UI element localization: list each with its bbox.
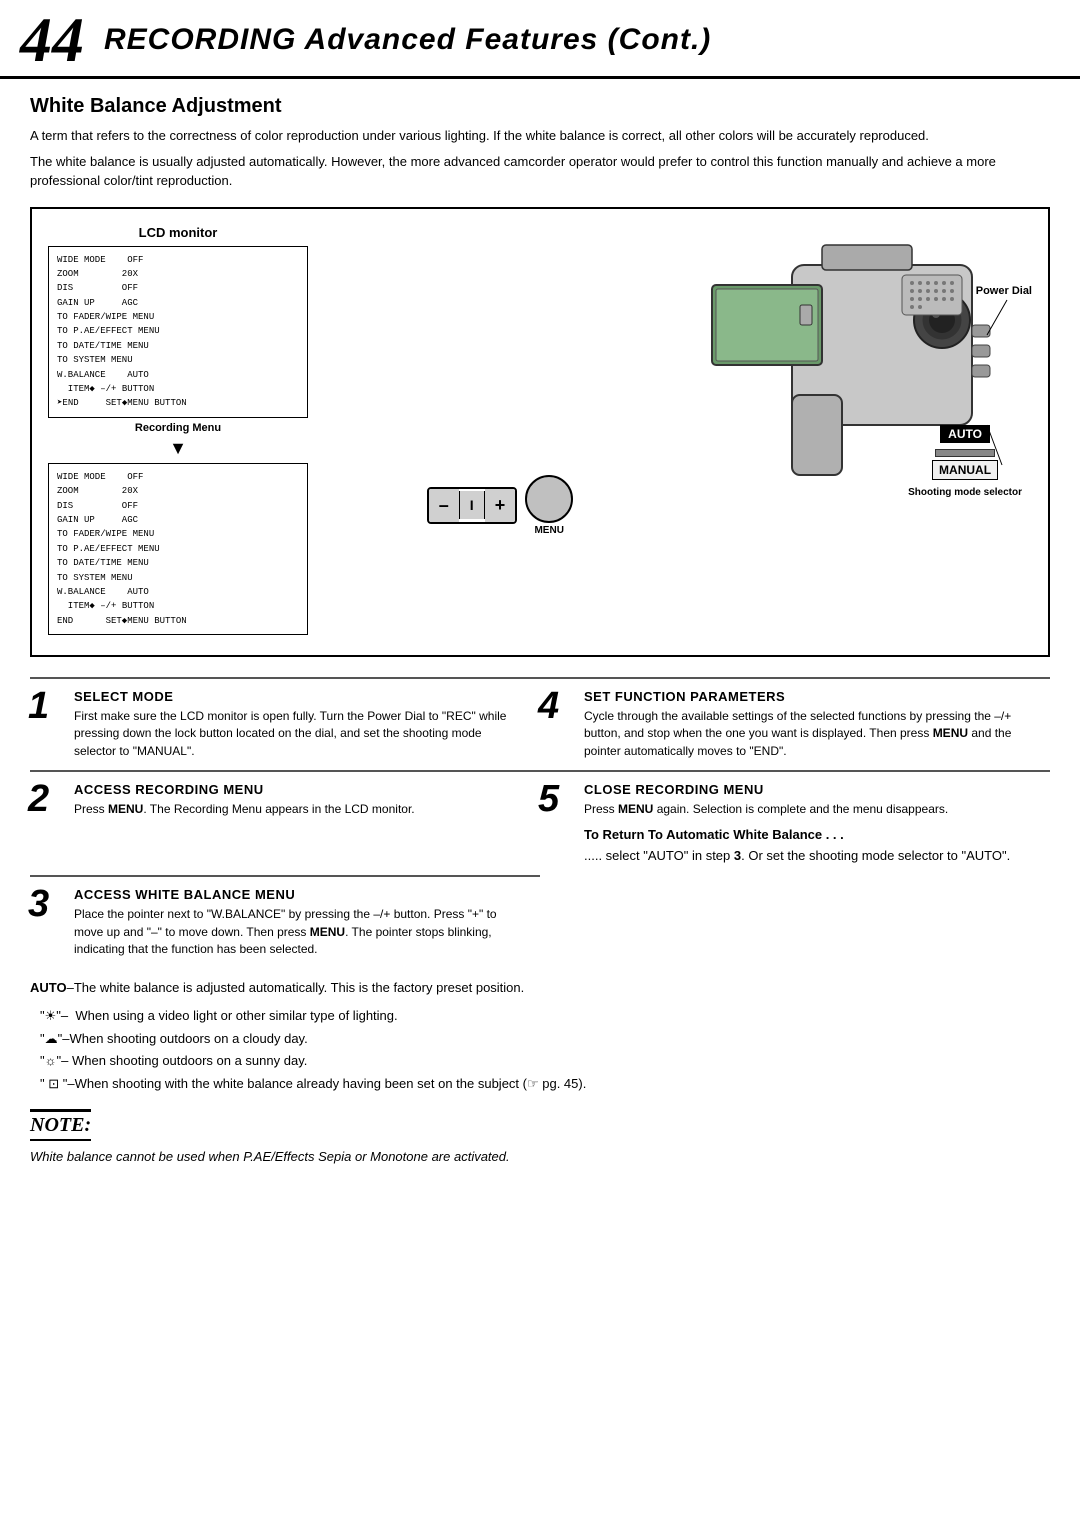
diagram-center: – I + MENU: [318, 225, 682, 536]
step-4-number: 4: [538, 687, 559, 725]
lcd-label: LCD monitor: [48, 225, 308, 240]
step-3-body: Place the pointer next to "W.BALANCE" by…: [74, 906, 526, 958]
page-title: RECORDING Advanced Features (Cont.): [104, 23, 711, 57]
auto-note: AUTO–The white balance is adjusted autom…: [30, 978, 1050, 998]
note-title: NOTE:: [30, 1109, 91, 1141]
menu-button[interactable]: [525, 475, 573, 523]
step-1-content: SELECT MODE First make sure the LCD moni…: [44, 689, 526, 760]
step-5: 5 CLOSE RECORDING MENU Press MENU again.…: [540, 770, 1050, 875]
menu-label: MENU: [534, 525, 563, 536]
step-2: 2 ACCESS RECORDING MENU Press MENU. The …: [30, 770, 540, 875]
diagram-left: LCD monitor WIDE MODE OFF ZOOM 20X DIS O…: [48, 225, 308, 640]
plus-button[interactable]: +: [485, 489, 516, 522]
step-1: 1 SELECT MODE First make sure the LCD mo…: [30, 677, 540, 770]
step-4-body: Cycle through the available settings of …: [584, 708, 1036, 760]
minus-divider-plus-group[interactable]: – I +: [427, 487, 517, 524]
selector-slider: [935, 449, 995, 457]
page-number: 44: [20, 8, 84, 72]
step-2-content: ACCESS RECORDING MENU Press MENU. The Re…: [44, 782, 526, 818]
step-1-heading: SELECT MODE: [74, 689, 526, 704]
mode-selector-area: AUTO MANUAL Shooting mode selector: [908, 425, 1022, 498]
step-5-heading: CLOSE RECORDING MENU: [584, 782, 1036, 797]
menu-box-2: WIDE MODE OFF ZOOM 20X DIS OFF GAIN UP A…: [48, 463, 308, 635]
shooting-mode-label: Shooting mode selector: [908, 487, 1022, 498]
step-3-number: 3: [28, 885, 49, 923]
intro-paragraph-1: A term that refers to the correctness of…: [30, 126, 1050, 146]
bullet-item-1: "☀"– When using a video light or other s…: [40, 1006, 1050, 1027]
step-4: 4 SET FUNCTION PARAMETERS Cycle through …: [540, 677, 1050, 770]
menu-arrow: ▼: [48, 438, 308, 459]
note-box: NOTE: White balance cannot be used when …: [30, 1109, 1050, 1167]
minus-button[interactable]: –: [429, 489, 459, 522]
step-2-body: Press MENU. The Recording Menu appears i…: [74, 801, 526, 818]
step-3-heading: ACCESS WHITE BALANCE MENU: [74, 887, 526, 902]
diagram-container: LCD monitor WIDE MODE OFF ZOOM 20X DIS O…: [30, 207, 1050, 658]
page-header: 44 RECORDING Advanced Features (Cont.): [0, 0, 1080, 79]
note-body: White balance cannot be used when P.AE/E…: [30, 1147, 1050, 1167]
step-2-heading: ACCESS RECORDING MENU: [74, 782, 526, 797]
divider: I: [459, 491, 485, 519]
section-title: White Balance Adjustment: [30, 95, 1050, 118]
return-section: To Return To Automatic White Balance . .…: [584, 827, 1036, 866]
step-3-content: ACCESS WHITE BALANCE MENU Place the poin…: [44, 887, 526, 958]
step-5-number: 5: [538, 780, 559, 818]
diagram-right: Power Dial AUTO MANUAL Shooting mode sel…: [692, 225, 1032, 518]
step-5-body: Press MENU again. Selection is complete …: [584, 801, 1036, 818]
menu-box-1: WIDE MODE OFF ZOOM 20X DIS OFF GAIN UP A…: [48, 246, 308, 418]
bullet-item-4: " ⊡ "–When shooting with the white balan…: [40, 1074, 1050, 1095]
steps-container: 1 SELECT MODE First make sure the LCD mo…: [30, 677, 1050, 968]
step-5-content: CLOSE RECORDING MENU Press MENU again. S…: [554, 782, 1036, 865]
main-content: White Balance Adjustment A term that ref…: [0, 79, 1080, 1187]
bullet-item-2: "☁"–When shooting outdoors on a cloudy d…: [40, 1029, 1050, 1050]
bottom-info: AUTO–The white balance is adjusted autom…: [30, 978, 1050, 1095]
step-2-number: 2: [28, 780, 49, 818]
power-dial-label: Power Dial: [976, 285, 1032, 297]
step-3: 3 ACCESS WHITE BALANCE MENU Place the po…: [30, 875, 540, 968]
step-1-number: 1: [28, 687, 49, 725]
step-4-content: SET FUNCTION PARAMETERS Cycle through th…: [554, 689, 1036, 760]
bullet-item-3: "☼"– When shooting outdoors on a sunny d…: [40, 1051, 1050, 1072]
recording-menu-label: Recording Menu: [48, 422, 308, 434]
auto-selector[interactable]: AUTO: [940, 425, 990, 443]
intro-paragraph-2: The white balance is usually adjusted au…: [30, 152, 1050, 191]
controls-area: – I + MENU: [427, 475, 573, 536]
return-body: ..... select "AUTO" in step 3. Or set th…: [584, 846, 1036, 866]
step-4-heading: SET FUNCTION PARAMETERS: [584, 689, 1036, 704]
bullet-list: "☀"– When using a video light or other s…: [30, 1006, 1050, 1095]
manual-selector[interactable]: MANUAL: [932, 460, 998, 480]
menu-area: MENU: [525, 475, 573, 536]
step-1-body: First make sure the LCD monitor is open …: [74, 708, 526, 760]
return-title: To Return To Automatic White Balance . .…: [584, 827, 1036, 842]
